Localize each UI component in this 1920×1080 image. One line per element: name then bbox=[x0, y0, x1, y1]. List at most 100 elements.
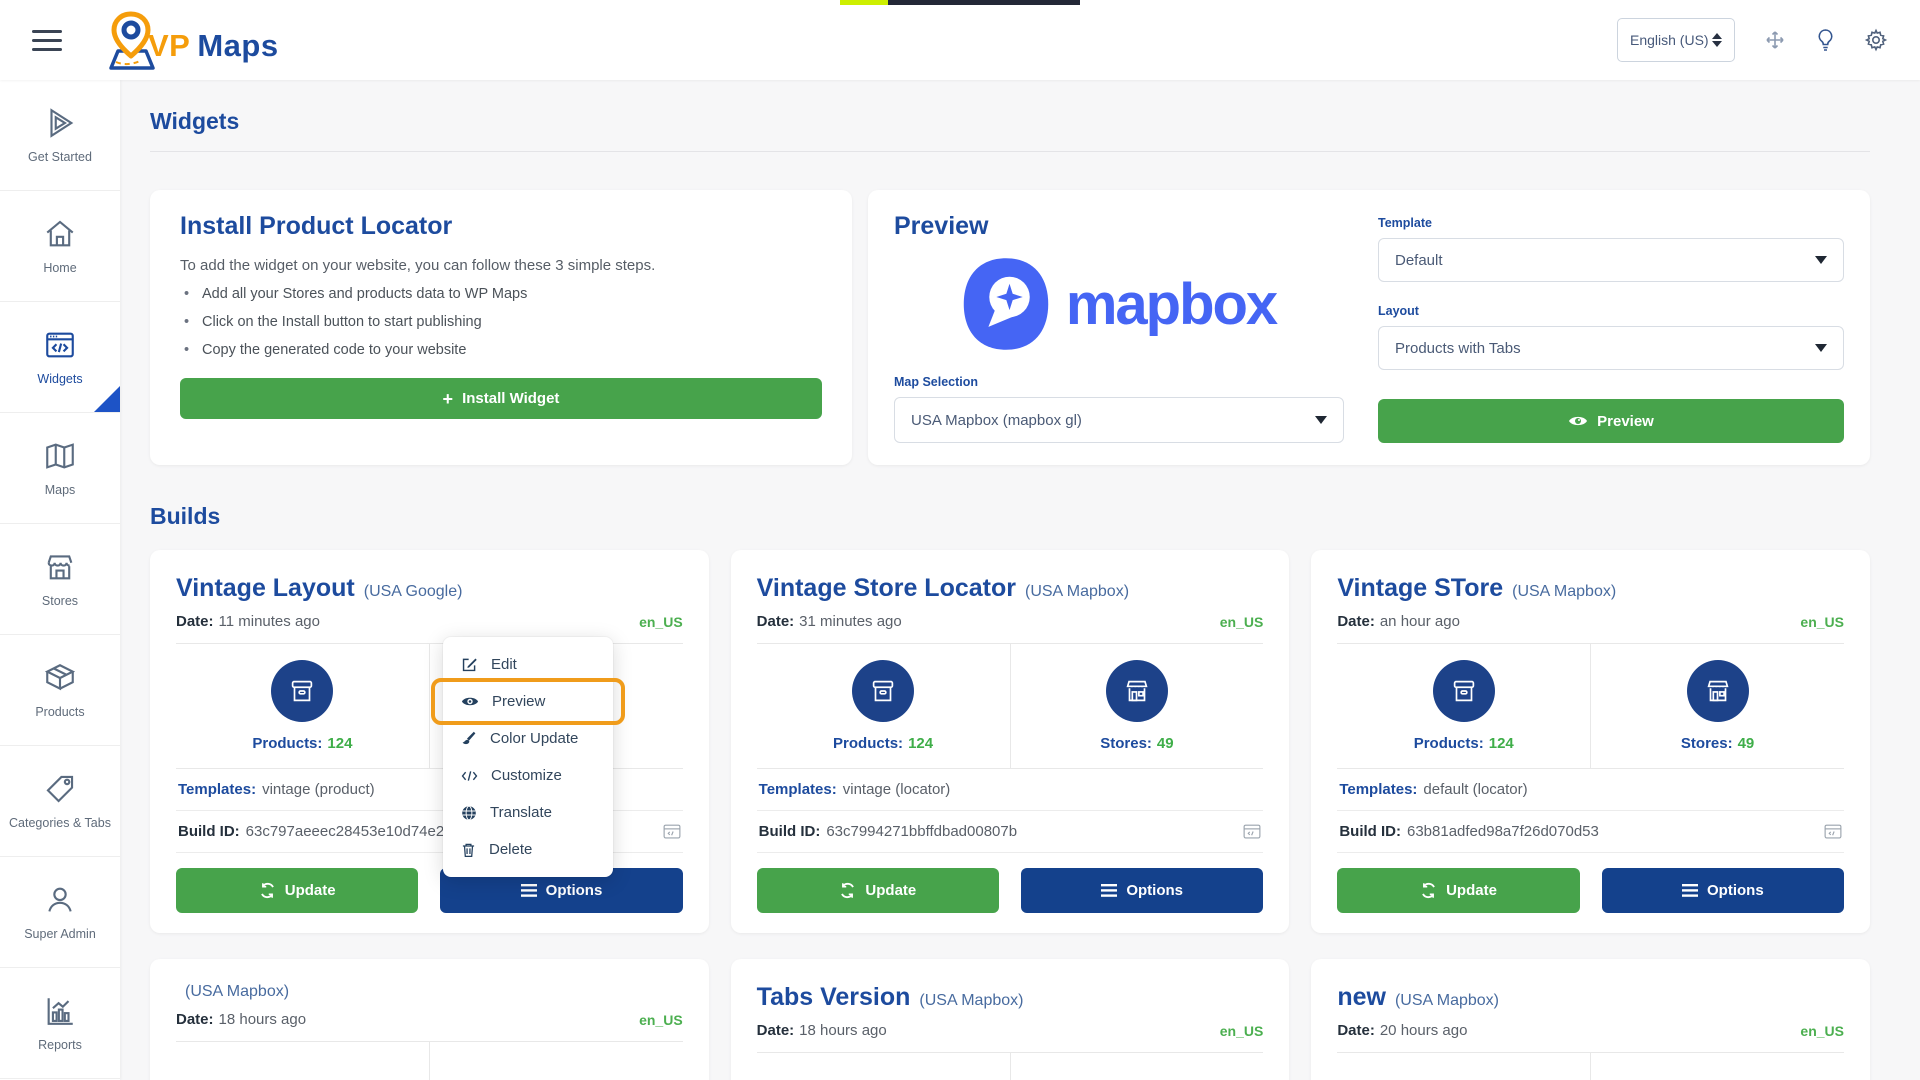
install-card-intro: To add the widget on your website, you c… bbox=[180, 257, 822, 274]
refresh-icon bbox=[1420, 882, 1437, 899]
menu-item-label: Delete bbox=[489, 841, 532, 858]
map-selection-value: USA Mapbox (mapbox gl) bbox=[911, 412, 1082, 429]
options-button-label: Options bbox=[1126, 882, 1183, 899]
embed-code-icon[interactable] bbox=[1824, 824, 1842, 839]
sidebar-item-get-started[interactable]: Get Started bbox=[0, 80, 120, 191]
sidebar-item-reports[interactable]: Reports bbox=[0, 968, 120, 1079]
select-updown-icon bbox=[1712, 33, 1722, 47]
menu-item-edit[interactable]: Edit bbox=[443, 646, 613, 683]
wp-maps-logo: VPMaps bbox=[100, 10, 279, 70]
store-icon bbox=[43, 550, 77, 584]
update-button[interactable]: Update bbox=[176, 868, 418, 913]
locale-badge: en_US bbox=[1220, 614, 1264, 630]
product-box-icon bbox=[287, 676, 317, 706]
sidebar-item-stores[interactable]: Stores bbox=[0, 524, 120, 635]
sidebar-item-categories-tabs[interactable]: Categories & Tabs bbox=[0, 746, 120, 857]
templates-value: vintage (locator) bbox=[843, 781, 951, 798]
sidebar-item-label: Home bbox=[43, 261, 76, 275]
open-box-icon bbox=[43, 661, 77, 695]
build-card: (USA Mapbox) Date:18 hours ago en_US Pro… bbox=[150, 959, 709, 1080]
template-label: Template bbox=[1378, 216, 1844, 230]
menu-item-delete[interactable]: Delete bbox=[443, 831, 613, 868]
options-button-label: Options bbox=[1707, 882, 1764, 899]
build-card: Vintage Layout (USA Google) Date:11 minu… bbox=[150, 550, 709, 933]
update-button-label: Update bbox=[865, 882, 916, 899]
options-button[interactable]: Options bbox=[1021, 868, 1263, 913]
sidebar-item-label: Super Admin bbox=[24, 927, 96, 941]
build-card: Vintage STore (USA Mapbox) Date:an hour … bbox=[1311, 550, 1870, 933]
sidebar-item-products[interactable]: Products bbox=[0, 635, 120, 746]
update-button[interactable]: Update bbox=[1337, 868, 1579, 913]
globe-icon bbox=[461, 805, 477, 821]
embed-code-icon[interactable] bbox=[663, 824, 681, 839]
products-circle bbox=[1433, 660, 1495, 722]
plus-icon: + bbox=[443, 390, 454, 408]
move-resize-icon[interactable] bbox=[1763, 28, 1787, 52]
sidebar-item-label: Reports bbox=[38, 1038, 82, 1052]
stores-label: Stores: bbox=[1100, 735, 1152, 752]
locale-badge: en_US bbox=[1800, 1023, 1844, 1039]
build-card: new (USA Mapbox) Date:20 hours ago en_US… bbox=[1311, 959, 1870, 1080]
settings-gear-icon[interactable] bbox=[1864, 28, 1888, 52]
products-stat-cell: Products: bbox=[1337, 1053, 1591, 1080]
menu-bars-icon bbox=[1101, 884, 1117, 897]
preview-button[interactable]: Preview bbox=[1378, 399, 1844, 443]
products-label: Products: bbox=[833, 735, 903, 752]
sidebar-item-maps[interactable]: Maps bbox=[0, 413, 120, 524]
update-button-label: Update bbox=[285, 882, 336, 899]
menu-item-color-update[interactable]: Color Update bbox=[443, 720, 613, 757]
install-widget-button[interactable]: + Install Widget bbox=[180, 378, 822, 419]
embed-code-icon[interactable] bbox=[1243, 824, 1261, 839]
build-map-type: (USA Mapbox) bbox=[1512, 583, 1616, 601]
options-button[interactable]: Options bbox=[1602, 868, 1844, 913]
build-card: Tabs Version (USA Mapbox) Date:18 hours … bbox=[731, 959, 1290, 1080]
code-icon bbox=[461, 769, 478, 783]
template-value: Default bbox=[1395, 252, 1443, 269]
storefront-icon bbox=[1703, 676, 1733, 706]
products-count: 124 bbox=[1489, 735, 1514, 752]
caret-down-icon bbox=[1315, 416, 1327, 424]
edit-icon bbox=[461, 656, 478, 673]
refresh-icon bbox=[839, 882, 856, 899]
locale-badge: en_US bbox=[639, 1012, 683, 1028]
date-value: 18 hours ago bbox=[219, 1011, 307, 1028]
products-stat-cell: Products: bbox=[176, 1042, 430, 1080]
update-button[interactable]: Update bbox=[757, 868, 999, 913]
hamburger-menu-icon[interactable] bbox=[32, 30, 62, 51]
map-selection-label: Map Selection bbox=[894, 375, 1344, 389]
eye-icon bbox=[461, 695, 479, 708]
install-card-title: Install Product Locator bbox=[180, 212, 822, 241]
map-selection-select[interactable]: USA Mapbox (mapbox gl) bbox=[894, 397, 1344, 443]
build-title: Vintage STore bbox=[1337, 574, 1503, 603]
menu-item-preview[interactable]: Preview bbox=[443, 683, 613, 720]
layout-select[interactable]: Products with Tabs bbox=[1378, 326, 1844, 370]
stores-stat-cell: Stores: bbox=[430, 1042, 683, 1080]
templates-value: vintage (product) bbox=[262, 781, 375, 798]
sidebar-item-home[interactable]: Home bbox=[0, 191, 120, 302]
build-map-type: (USA Mapbox) bbox=[1395, 992, 1499, 1010]
install-step: Add all your Stores and products data to… bbox=[180, 286, 822, 302]
builds-grid: Vintage Layout (USA Google) Date:11 minu… bbox=[150, 550, 1870, 1080]
products-stat-cell: Products: bbox=[757, 1053, 1011, 1080]
trash-icon bbox=[461, 842, 476, 858]
storefront-icon bbox=[1122, 676, 1152, 706]
idea-bulb-icon[interactable] bbox=[1815, 28, 1836, 52]
locale-badge: en_US bbox=[1800, 614, 1844, 630]
menu-item-label: Edit bbox=[491, 656, 517, 673]
menu-item-label: Preview bbox=[492, 693, 545, 710]
templates-value: default (locator) bbox=[1423, 781, 1527, 798]
caret-down-icon bbox=[1815, 256, 1827, 264]
language-select[interactable]: English (US) bbox=[1617, 18, 1735, 62]
menu-item-customize[interactable]: Customize bbox=[443, 757, 613, 794]
product-box-icon bbox=[868, 676, 898, 706]
products-circle bbox=[852, 660, 914, 722]
menu-bars-icon bbox=[1682, 884, 1698, 897]
main-content: Widgets Install Product Locator To add t… bbox=[120, 80, 1920, 1080]
sidebar-item-super-admin[interactable]: Super Admin bbox=[0, 857, 120, 968]
sidebar-item-widgets[interactable]: Widgets bbox=[0, 302, 120, 413]
template-select[interactable]: Default bbox=[1378, 238, 1844, 282]
menu-item-translate[interactable]: Translate bbox=[443, 794, 613, 831]
products-stat-cell: Products:124 bbox=[1337, 644, 1591, 768]
date-value: 18 hours ago bbox=[799, 1022, 887, 1039]
products-stat-cell: Products:124 bbox=[176, 644, 430, 768]
